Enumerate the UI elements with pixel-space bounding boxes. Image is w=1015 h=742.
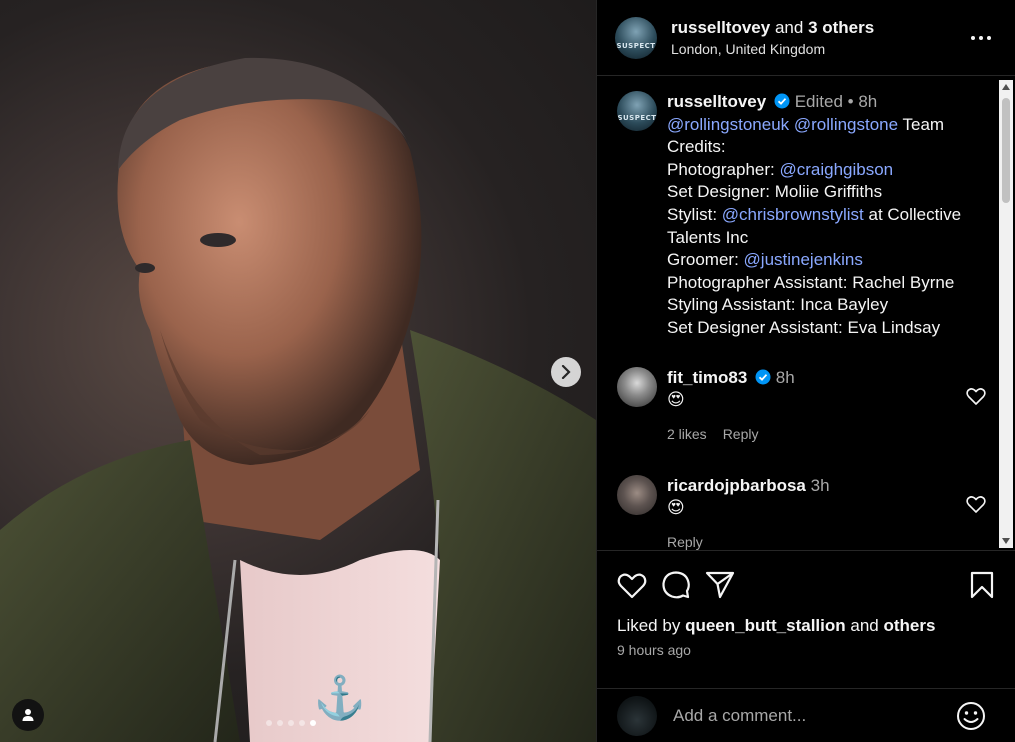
author-username[interactable]: russelltovey <box>671 18 770 37</box>
carousel-indicator <box>266 720 316 726</box>
coauthor-joiner: and <box>774 18 804 37</box>
comment-username[interactable]: fit_timo83 <box>667 368 747 387</box>
caption-text: Stylist: <box>667 204 718 224</box>
comment-like-heart-icon[interactable] <box>966 495 986 513</box>
comment-actions: 2 likes Reply <box>667 423 795 445</box>
scroll-up-arrow[interactable] <box>1002 84 1010 90</box>
more-dot <box>979 36 983 40</box>
caption-text: Set Designer: Moliie Griffiths <box>667 182 883 202</box>
post-timestamp[interactable]: 9 hours ago <box>617 642 996 658</box>
tagged-users-button[interactable] <box>12 699 44 731</box>
post-header: SUSPECT russelltovey and 3 others London… <box>597 0 1015 76</box>
comment-likes[interactable]: 2 likes <box>667 423 707 445</box>
person-icon <box>22 709 34 721</box>
more-dot <box>987 36 991 40</box>
comment-username[interactable]: ricardojpbarbosa <box>667 476 806 495</box>
caption-text: Photographer: <box>667 159 775 179</box>
add-comment-input[interactable] <box>673 705 956 726</box>
caption-body: russelltovey Edited • 8h @rollingstoneuk… <box>667 91 977 340</box>
author-avatar[interactable]: SUSPECT <box>615 16 657 59</box>
save-bookmark-icon[interactable] <box>970 571 994 599</box>
add-comment-bar <box>597 688 1015 742</box>
mention-link[interactable]: @chrisbrownstylist <box>722 205 864 224</box>
liked-by-prefix: Liked by <box>617 616 681 635</box>
caption-text: Set Designer Assistant: Eva Lindsay <box>667 317 941 337</box>
comment-actions: Reply <box>667 531 830 550</box>
avatar-text: SUSPECT <box>616 41 656 50</box>
scrollbar[interactable] <box>999 80 1013 548</box>
caption-text: Styling Assistant: Inca Bayley <box>667 295 889 315</box>
post-actions: Liked by queen_butt_stallion and others … <box>597 550 1015 658</box>
caption-text: Groomer: <box>667 250 739 270</box>
more-dot <box>971 36 975 40</box>
avatar-text: SUSPECT <box>617 114 657 122</box>
coauthors-link[interactable]: 3 others <box>808 18 874 37</box>
likes-summary: Liked by queen_butt_stallion and others <box>617 616 996 636</box>
author-line: russelltovey and 3 others <box>671 18 874 38</box>
scrollbar-thumb[interactable] <box>1002 98 1010 203</box>
action-icons <box>617 570 996 600</box>
more-options-button[interactable] <box>971 36 991 40</box>
reply-button[interactable]: Reply <box>723 423 759 445</box>
carousel-dot <box>288 720 294 726</box>
commenter-avatar[interactable] <box>617 474 657 515</box>
comment-age[interactable]: 3h <box>811 476 830 495</box>
mention-link[interactable]: @rollingstone <box>794 115 898 134</box>
comments-scroll-area[interactable]: SUSPECT russelltovey Edited • 8h @rollin… <box>597 77 1015 550</box>
verified-badge-icon <box>755 369 771 385</box>
liked-by-joiner: and <box>850 616 879 635</box>
carousel-dot-active <box>310 720 316 726</box>
like-heart-icon[interactable] <box>617 572 647 599</box>
comment-icon[interactable] <box>661 570 691 600</box>
mention-link[interactable]: @craighgibson <box>779 160 893 179</box>
author-info: russelltovey and 3 others London, United… <box>671 18 874 57</box>
liked-by-user[interactable]: queen_butt_stallion <box>685 616 846 635</box>
liked-by-others[interactable]: others <box>883 616 935 635</box>
comment-item: fit_timo83 8h 😍 2 likes Reply <box>597 366 1015 445</box>
comment-item: ricardojpbarbosa 3h 😍 Reply <box>597 474 1015 550</box>
edited-label: Edited <box>794 92 843 111</box>
carousel-dot <box>266 720 272 726</box>
comment-age[interactable]: 8h <box>776 368 795 387</box>
commenter-avatar[interactable] <box>617 366 657 407</box>
mention-link[interactable]: @justinejenkins <box>744 250 863 269</box>
chevron-right-icon <box>561 365 571 379</box>
caption-username[interactable]: russelltovey <box>667 92 766 111</box>
verified-badge-icon <box>774 93 790 109</box>
scroll-down-arrow[interactable] <box>1002 538 1010 544</box>
comment-body: fit_timo83 8h 😍 2 likes Reply <box>667 367 795 445</box>
caption-author-avatar[interactable]: SUSPECT <box>617 91 657 131</box>
comment-like-heart-icon[interactable] <box>966 387 986 405</box>
comment-body: ricardojpbarbosa 3h 😍 Reply <box>667 475 830 550</box>
post-panel: SUSPECT russelltovey and 3 others London… <box>596 0 1015 742</box>
comment-text: 😍 <box>667 497 685 517</box>
caption-text: Photographer Assistant: Rachel Byrne <box>667 272 955 292</box>
carousel-dot <box>299 720 305 726</box>
meta-separator: • <box>847 92 854 111</box>
post-photo: ⚓ <box>0 57 596 742</box>
post-caption: SUSPECT russelltovey Edited • 8h @rollin… <box>597 77 1015 340</box>
caption-age[interactable]: 8h <box>858 92 877 111</box>
next-slide-button[interactable] <box>551 357 581 387</box>
emoji-icon[interactable] <box>956 701 986 731</box>
carousel-dot <box>277 720 283 726</box>
share-icon[interactable] <box>705 571 735 599</box>
post-media[interactable]: ⚓ <box>0 0 596 742</box>
comment-text: 😍 <box>667 389 685 409</box>
post-location[interactable]: London, United Kingdom <box>671 41 874 57</box>
current-user-avatar <box>617 695 657 736</box>
mention-link[interactable]: @rollingstoneuk <box>667 115 789 134</box>
svg-text:⚓: ⚓ <box>314 673 366 722</box>
reply-button[interactable]: Reply <box>667 531 703 550</box>
